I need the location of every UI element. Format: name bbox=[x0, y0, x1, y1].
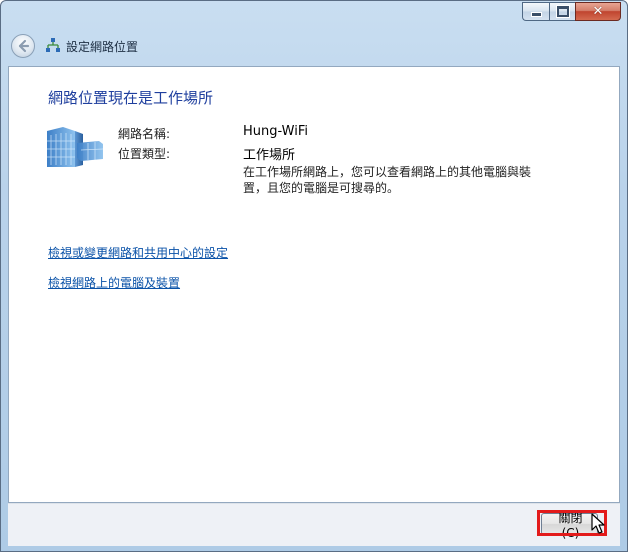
maximize-button[interactable] bbox=[549, 2, 575, 21]
window-close-button[interactable]: ✕ bbox=[575, 2, 621, 21]
network-icon bbox=[46, 38, 60, 52]
window-title: 設定網路位置 bbox=[66, 40, 139, 54]
back-arrow-icon bbox=[18, 39, 30, 53]
footer-bar bbox=[8, 503, 620, 546]
network-name-label: 網路名稱: bbox=[118, 127, 171, 141]
network-sharing-center-link[interactable]: 檢視或變更網路和共用中心的設定 bbox=[48, 244, 228, 261]
close-button[interactable]: 關閉(C) bbox=[541, 511, 598, 540]
title-bar: ✕ 設定網路位置 bbox=[1, 1, 627, 65]
dialog-window: ✕ 設定網路位置 網路位置現在是工作場所 網路名稱: Hung-WiFi 位置類… bbox=[0, 0, 628, 552]
minimize-icon bbox=[530, 12, 542, 17]
content-panel: 網路位置現在是工作場所 網路名稱: Hung-WiFi 位置類型: 工作場所 在… bbox=[8, 66, 620, 503]
building-icon bbox=[47, 127, 103, 167]
cursor-icon bbox=[591, 513, 605, 534]
caption-buttons: ✕ bbox=[522, 2, 621, 21]
location-description: 在工作場所網路上，您可以查看網路上的其他電腦與裝置，且您的電腦是可搜尋的。 bbox=[243, 165, 532, 195]
view-network-computers-link[interactable]: 檢視網路上的電腦及裝置 bbox=[48, 274, 180, 291]
location-type-value: 工作場所 bbox=[243, 148, 296, 163]
network-name-value: Hung-WiFi bbox=[243, 124, 308, 139]
maximize-icon bbox=[555, 5, 570, 18]
back-button[interactable] bbox=[11, 34, 35, 58]
page-heading: 網路位置現在是工作場所 bbox=[48, 89, 214, 107]
location-type-label: 位置類型: bbox=[118, 147, 171, 161]
close-icon: ✕ bbox=[592, 4, 604, 19]
minimize-button[interactable] bbox=[522, 2, 549, 21]
